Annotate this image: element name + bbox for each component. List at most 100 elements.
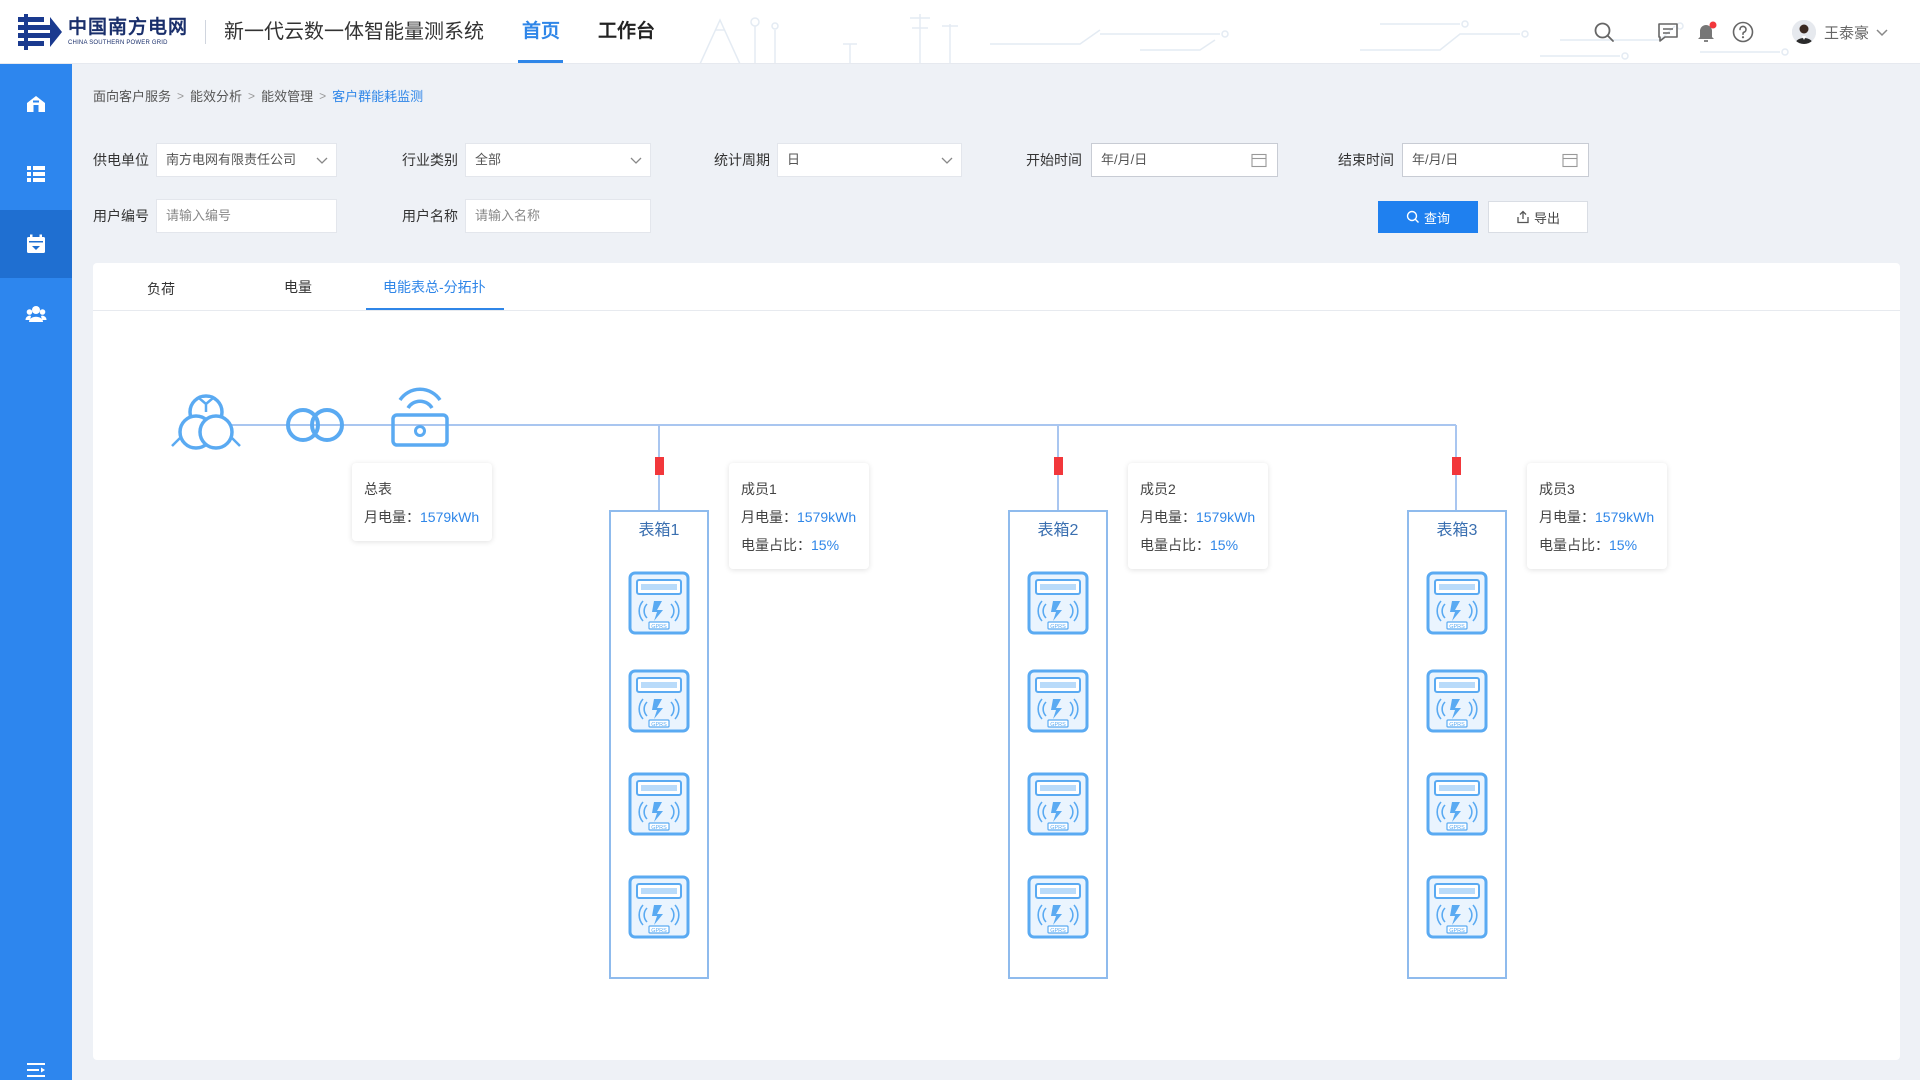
content-panel: 负荷 电量 电能表总-分拓扑 [93,263,1900,1060]
ratio-value: 15% [811,537,840,553]
top-header: 中国南方电网 CHINA SOUTHERN POWER GRID 新一代云数一体… [0,0,1920,64]
tab-active-indicator [366,308,504,310]
end-time-label: 结束时间 [1338,152,1394,168]
nav-workbench[interactable]: 工作台 [598,18,655,46]
sidebar-item-list[interactable] [0,140,72,208]
user-no-placeholder: 请输入编号 [166,208,232,223]
user-name: 王泰豪 [1824,24,1870,42]
tab-load[interactable]: 负荷 [147,279,175,299]
month-value: 1579kWh [1595,509,1655,525]
user-name-placeholder: 请输入名称 [475,208,541,223]
card-title: 成员3 [1539,481,1575,497]
end-time-placeholder: 年/月/日 [1412,152,1459,167]
chevron-down-icon [941,157,953,164]
breadcrumb-item[interactable]: 面向客户服务 [93,86,171,105]
breadcrumb-item[interactable]: 能效管理 [261,86,313,105]
card-row-ratio: 电量占比：15% [1140,531,1256,559]
start-time-placeholder: 年/月/日 [1101,152,1148,167]
search-icon[interactable] [1592,20,1616,44]
industry-label: 行业类别 [402,152,458,168]
user-name-label: 用户名称 [402,208,458,224]
tab-electricity[interactable]: 电量 [284,277,312,297]
card-title: 总表 [364,481,392,497]
period-value: 日 [787,152,801,167]
header-divider [205,20,206,44]
sidebar-item-calendar[interactable] [0,210,72,278]
logo-mark-icon [18,14,62,50]
calendar-icon [1562,153,1578,168]
month-value: 1579kWh [1196,509,1256,525]
export-icon [1517,210,1529,224]
ratio-label: 电量占比： [1140,537,1210,553]
ratio-label: 电量占比： [1539,537,1609,553]
start-time-label: 开始时间 [1026,152,1082,168]
query-button[interactable]: 查询 [1378,201,1478,233]
card-row-month: 月电量：1579kWh [1539,503,1655,531]
list-icon [27,166,45,182]
period-label: 统计周期 [714,152,770,168]
breadcrumb-separator: > [319,88,327,103]
month-label: 月电量： [1539,509,1595,525]
nav-home[interactable]: 首页 [522,18,560,46]
card-row-ratio: 电量占比：15% [1539,531,1655,559]
member-card-1: 成员1 月电量：1579kWh 电量占比：15% [729,463,869,569]
breadcrumb-current: 客户群能耗监测 [332,89,424,104]
sidebar-item-users[interactable] [0,280,72,348]
sidebar-collapse-button[interactable] [0,1036,72,1080]
user-menu[interactable]: 王泰豪 [1792,18,1889,46]
end-time-input[interactable]: 年/月/日 [1402,143,1589,177]
chevron-down-icon [630,157,642,164]
user-name-input[interactable]: 请输入名称 [465,199,651,233]
month-label: 月电量： [364,509,420,525]
tab-topology[interactable]: 电能表总-分拓扑 [383,277,486,297]
card-row-ratio: 电量占比：15% [741,531,857,559]
ratio-value: 15% [1609,537,1638,553]
industry-select[interactable]: 全部 [465,143,651,177]
user-no-label: 用户编号 [93,208,149,224]
card-row-month: 月电量：1579kWh [741,503,857,531]
main-meter-card: 总表 月电量：1579kWh [352,463,492,541]
notification-dot [1709,21,1717,29]
home-icon [27,96,45,112]
month-value: 1579kWh [797,509,857,525]
bell-icon[interactable] [1694,20,1718,44]
logo-english-name: CHINA SOUTHERN POWER GRID [68,40,168,46]
query-label: 查询 [1423,210,1450,226]
chevron-down-icon [1876,29,1888,37]
supply-unit-label: 供电单位 [93,152,149,168]
card-title: 成员2 [1140,481,1176,497]
chevron-down-icon [316,157,328,164]
menu-collapse-icon [27,1063,45,1077]
month-label: 月电量： [1140,509,1196,525]
start-time-input[interactable]: 年/月/日 [1091,143,1278,177]
month-value: 1579kWh [420,509,480,525]
breadcrumb-separator: > [248,88,256,103]
message-icon[interactable] [1656,20,1680,44]
avatar [1792,20,1816,44]
logo-chinese-name: 中国南方电网 [68,17,189,38]
user-no-input[interactable]: 请输入编号 [156,199,337,233]
meter-box-title: 表箱1 [638,522,680,539]
company-logo: 中国南方电网 CHINA SOUTHERN POWER GRID [18,14,194,50]
card-row-month: 月电量：1579kWh [364,503,480,531]
users-icon [25,306,47,322]
system-title: 新一代云数一体智能量测系统 [224,21,484,43]
breadcrumb-item[interactable]: 能效分析 [190,86,242,105]
sidebar-item-home[interactable] [0,70,72,138]
search-icon [1406,210,1419,223]
card-row-month: 月电量：1579kWh [1140,503,1256,531]
meter-box-title: 表箱3 [1436,522,1478,539]
tab-bar: 负荷 电量 电能表总-分拓扑 [93,263,1900,311]
industry-value: 全部 [475,152,502,167]
export-label: 导出 [1533,210,1560,226]
meter-box-title: 表箱2 [1037,522,1079,539]
breadcrumb-separator: > [177,88,185,103]
ratio-value: 15% [1210,537,1239,553]
help-icon[interactable] [1731,20,1755,44]
card-title: 成员1 [741,481,777,497]
export-button[interactable]: 导出 [1488,201,1588,233]
supply-unit-select[interactable]: 南方电网有限责任公司 [156,143,337,177]
member-card-2: 成员2 月电量：1579kWh 电量占比：15% [1128,463,1268,569]
period-select[interactable]: 日 [777,143,962,177]
sidebar [0,64,72,1080]
